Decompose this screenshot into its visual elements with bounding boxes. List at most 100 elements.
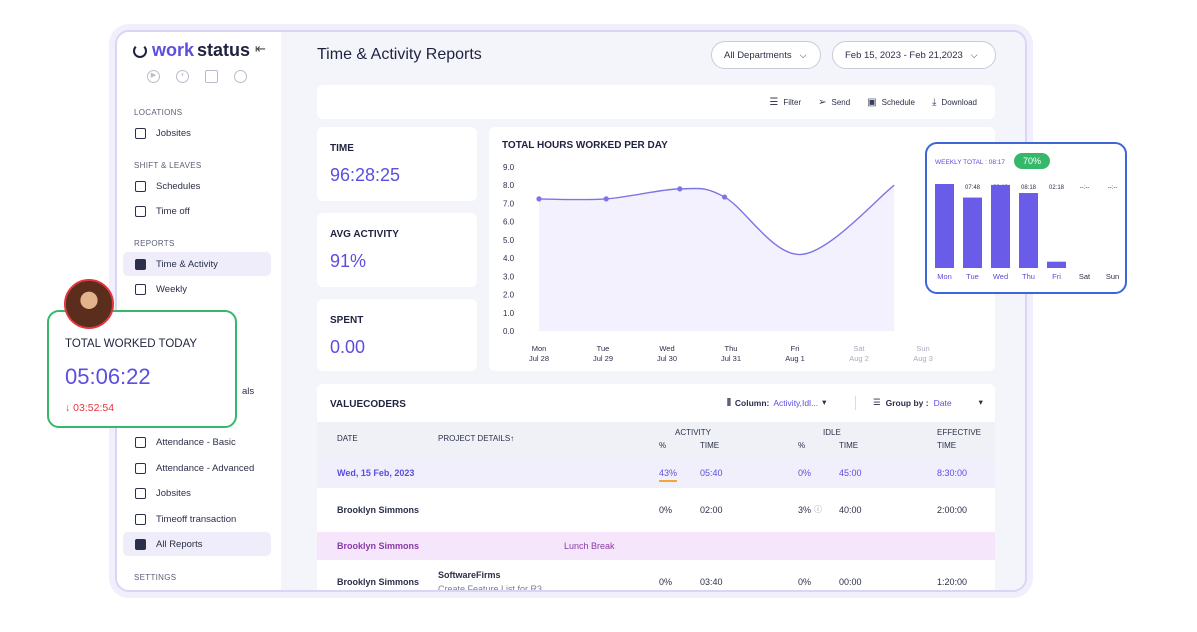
bar bbox=[991, 184, 1010, 268]
sidebar-item-label: Schedules bbox=[156, 180, 201, 192]
column-selector[interactable]: ⫼ Column: Activity,Idl... ▾ bbox=[727, 397, 826, 408]
weekly-bar-chart: 09:18Mon07:48Tue09:12Wed08:18Thu02:18Fri… bbox=[935, 184, 1119, 281]
play-icon[interactable]: ▶ bbox=[147, 70, 160, 83]
sidebar-item-time-activity[interactable]: Time & Activity bbox=[123, 252, 271, 276]
row-project: SoftwareFirms bbox=[438, 570, 501, 580]
x-tick-date: Aug 1 bbox=[785, 354, 805, 363]
departments-dropdown[interactable]: All Departments ⌵ bbox=[711, 41, 821, 69]
bar bbox=[1019, 193, 1038, 268]
avg-activity-card: AVG ACTIVITY 91% bbox=[317, 213, 477, 287]
report-icon bbox=[135, 258, 146, 270]
x-tick-date: Jul 30 bbox=[657, 354, 677, 363]
date-range-value: Feb 15, 2023 - Feb 21,2023 bbox=[845, 49, 963, 61]
activity-label: AVG ACTIVITY bbox=[330, 229, 399, 240]
bar-day-label: Thu bbox=[1022, 272, 1035, 281]
sidebar-item-label: als bbox=[242, 385, 255, 397]
sidebar-item-timeoff[interactable]: Time off bbox=[123, 199, 271, 223]
bar-day-label: Mon bbox=[937, 272, 952, 281]
row-activity-time: 03:40 bbox=[700, 577, 723, 587]
y-tick-label: 2.0 bbox=[503, 291, 515, 300]
bar bbox=[1047, 261, 1066, 268]
header-activity-pct: % bbox=[659, 441, 667, 450]
bar-day-label: Fri bbox=[1052, 272, 1061, 281]
bar-day-label: Wed bbox=[993, 272, 1008, 281]
sidebar-item-all-reports[interactable]: All Reports bbox=[123, 532, 271, 556]
sidebar-item-label: Attendance - Advanced bbox=[156, 462, 255, 474]
app-window: work status ⇤ ▶ + LOCATIONS Jobsites SHIF… bbox=[115, 30, 1027, 592]
page-title: Time & Activity Reports bbox=[317, 46, 482, 63]
header-idle-pct: % bbox=[798, 441, 806, 450]
sidebar-item-schedules[interactable]: Schedules bbox=[123, 174, 271, 198]
group-by-selector[interactable]: ☰ Group by : Date ▾ bbox=[873, 397, 983, 408]
sidebar-item-label: Timeoff transaction bbox=[156, 513, 237, 525]
row-user: Brooklyn Simmons bbox=[337, 541, 420, 551]
time-label: TIME bbox=[330, 143, 354, 154]
bar-time-label: --:-- bbox=[1080, 185, 1090, 191]
send-icon: ➢ bbox=[818, 96, 827, 108]
row-idle-time: 00:00 bbox=[839, 577, 862, 587]
x-tick-date: Jul 28 bbox=[529, 354, 549, 363]
bell-icon[interactable] bbox=[234, 70, 247, 83]
data-point bbox=[536, 196, 542, 202]
x-tick-day: Sun bbox=[916, 344, 929, 353]
date-range-dropdown[interactable]: Feb 15, 2023 - Feb 21,2023 ⌵ bbox=[832, 41, 996, 69]
header-effective-time: TIME bbox=[937, 441, 957, 450]
spent-label: SPENT bbox=[330, 315, 364, 326]
table-row[interactable]: Wed, 15 Feb, 2023 43% 05:40 0% 45:00 8:3… bbox=[317, 458, 995, 488]
column-label: Column: bbox=[734, 397, 770, 408]
table-row[interactable]: Brooklyn Simmons 0% 02:00 3% ⓘ 40:00 2:0… bbox=[317, 488, 995, 532]
table-row[interactable]: Brooklyn Simmons Lunch Break bbox=[317, 532, 995, 560]
header-effective: EFFECTIVE bbox=[937, 428, 982, 437]
x-tick-date: Jul 29 bbox=[593, 354, 613, 363]
y-tick-label: 0.0 bbox=[503, 327, 515, 336]
collapse-sidebar-icon[interactable]: ⇤ bbox=[255, 41, 266, 57]
bar bbox=[935, 184, 954, 268]
y-tick-label: 7.0 bbox=[503, 199, 515, 208]
sidebar-item-attendance-basic[interactable]: Attendance - Basic bbox=[123, 430, 271, 454]
header-project[interactable]: PROJECT DETAILS↑ bbox=[438, 434, 514, 443]
time-card: TIME 96:28:25 bbox=[317, 127, 477, 201]
sidebar-item-label: Time & Activity bbox=[156, 258, 218, 270]
sidebar-item-jobsites[interactable]: Jobsites bbox=[123, 121, 271, 145]
power-icon bbox=[133, 43, 147, 58]
sidebar-item-jobsites-report[interactable]: Jobsites bbox=[123, 481, 271, 505]
hours-line-chart: 9.0 8.0 7.0 6.0 5.0 4.0 3.0 2.0 1.0 0.0 MonJul 28 T… bbox=[503, 163, 933, 363]
y-tick-label: 6.0 bbox=[503, 218, 515, 227]
sidebar-item-attendance-advanced[interactable]: Attendance - Advanced bbox=[123, 456, 271, 480]
sidebar-item-timeoff-transaction[interactable]: Timeoff transaction bbox=[123, 507, 271, 531]
save-icon[interactable] bbox=[205, 70, 218, 83]
table-icon bbox=[135, 462, 146, 474]
x-tick-date: Aug 3 bbox=[913, 354, 933, 363]
sidebar-item-label: Weekly bbox=[156, 283, 187, 295]
sidebar-item-weekly[interactable]: Weekly bbox=[123, 277, 271, 301]
worked-today-delta: ↓ 03:52:54 bbox=[65, 402, 114, 414]
columns-icon: ⫼ bbox=[727, 397, 731, 407]
section-locations: LOCATIONS bbox=[134, 108, 183, 117]
schedule-button[interactable]: ▣ Schedule bbox=[867, 97, 915, 108]
area-fill bbox=[539, 185, 895, 331]
info-icon[interactable]: ⓘ bbox=[814, 504, 822, 515]
divider bbox=[855, 396, 856, 410]
bar-day-label: Sat bbox=[1079, 272, 1091, 281]
section-settings: SETTINGS bbox=[134, 573, 177, 582]
data-point bbox=[722, 194, 728, 200]
add-icon[interactable]: + bbox=[176, 70, 189, 83]
bar-time-label: --:-- bbox=[1108, 185, 1118, 191]
header-idle-time: TIME bbox=[839, 441, 859, 450]
bar-day-label: Sun bbox=[1106, 272, 1119, 281]
row-idle-time: 45:00 bbox=[839, 468, 862, 478]
row-user: Brooklyn Simmons bbox=[337, 577, 420, 587]
download-button[interactable]: ⤓ Download bbox=[932, 97, 977, 108]
row-effective: 8:30:00 bbox=[937, 468, 968, 478]
filter-button[interactable]: ☰ Filter bbox=[769, 97, 801, 108]
header-date[interactable]: DATE bbox=[337, 434, 358, 443]
send-button[interactable]: ➢ Send bbox=[818, 97, 850, 108]
data-point bbox=[603, 196, 609, 202]
table-row[interactable]: Brooklyn Simmons SoftwareFirms Create Fe… bbox=[317, 560, 995, 590]
y-tick-label: 1.0 bbox=[503, 309, 515, 318]
spent-card: SPENT 0.00 bbox=[317, 299, 477, 371]
activity-value: 91% bbox=[330, 251, 367, 271]
x-tick-day: Wed bbox=[659, 344, 674, 353]
section-reports: REPORTS bbox=[134, 239, 175, 248]
bar-day-label: Tue bbox=[966, 272, 979, 281]
